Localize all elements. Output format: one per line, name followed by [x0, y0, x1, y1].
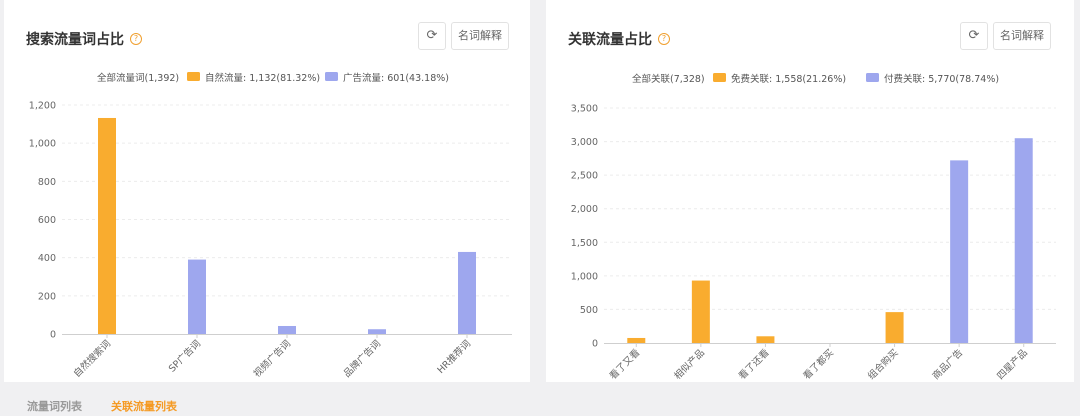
x-tick-label: 视频广告词: [251, 338, 293, 380]
x-tick-label: SP广告词: [166, 338, 203, 375]
bar: [278, 325, 296, 334]
x-tick-label: 自然搜索词: [71, 338, 113, 380]
x-tick-label: 看了又看: [607, 347, 642, 382]
x-tick-label: 看了还看: [736, 347, 771, 382]
legend-label: 广告流量: 601(43.18%): [343, 72, 449, 84]
bar: [691, 280, 710, 343]
bar: [458, 251, 476, 334]
y-tick-label: 1,000: [29, 139, 56, 150]
y-tick-label: 2,000: [571, 204, 598, 215]
x-tick-label: 相似产品: [672, 347, 707, 382]
y-tick-label: 2,500: [571, 171, 598, 182]
search-traffic-panel: 搜索流量词占比 ? ⟳ 名词解释 全部流量词(1,392) 自然流量: 1,132…: [4, 0, 530, 382]
x-tick-label: 看了都买: [801, 347, 836, 382]
y-tick-label: 800: [38, 177, 56, 188]
y-tick-label: 0: [592, 339, 598, 350]
legend-swatch: [325, 72, 338, 81]
y-tick-label: 200: [38, 291, 56, 302]
bar: [188, 259, 206, 334]
search-traffic-chart: 全部流量词(1,392) 自然流量: 1,132(81.32%) 广告流量: 601…: [29, 72, 512, 380]
legend-swatch: [713, 73, 726, 82]
y-tick-label: 3,500: [571, 104, 598, 115]
legend-swatch: [187, 72, 200, 81]
bar: [885, 312, 904, 343]
x-tick-label: HR推荐词: [435, 338, 473, 376]
bar: [1014, 138, 1033, 343]
y-tick-label: 1,200: [29, 101, 56, 112]
bar: [627, 337, 646, 343]
bar: [98, 117, 116, 334]
y-tick-label: 600: [38, 215, 56, 226]
bar: [950, 160, 969, 343]
related-traffic-panel: 关联流量占比 ? ⟳ 名词解释 全部关联(7,328) 免费关联: 1,558(2…: [546, 0, 1074, 382]
x-tick-label: 品牌广告词: [341, 338, 383, 380]
list-tabs: 流量词列表 关联流量列表: [0, 396, 1080, 416]
y-tick-label: 1,000: [571, 271, 598, 282]
y-tick-label: 3,000: [571, 137, 598, 148]
bar: [756, 336, 775, 343]
x-tick-label: 组合购买: [865, 347, 900, 382]
legend-swatch: [866, 73, 879, 82]
y-tick-label: 500: [580, 305, 598, 316]
legend-label: 付费关联: 5,770(78.74%): [884, 73, 999, 85]
tab-traffic-word-list[interactable]: 流量词列表: [27, 398, 82, 414]
y-tick-label: 1,500: [571, 238, 598, 249]
y-tick-label: 0: [50, 330, 56, 341]
y-tick-label: 400: [38, 253, 56, 264]
related-traffic-chart: 全部关联(7,328) 免费关联: 1,558(21.26%) 付费关联: 5,77…: [571, 73, 1056, 382]
bar: [368, 329, 386, 334]
legend-total: 全部关联(7,328): [632, 73, 705, 85]
legend-label: 免费关联: 1,558(21.26%): [731, 73, 846, 85]
tab-related-traffic-list[interactable]: 关联流量列表: [111, 398, 177, 414]
legend-total: 全部流量词(1,392): [97, 72, 179, 84]
x-tick-label: 四星产品: [994, 347, 1029, 382]
x-tick-label: 商品广告: [930, 347, 965, 382]
legend-label: 自然流量: 1,132(81.32%): [205, 72, 320, 84]
